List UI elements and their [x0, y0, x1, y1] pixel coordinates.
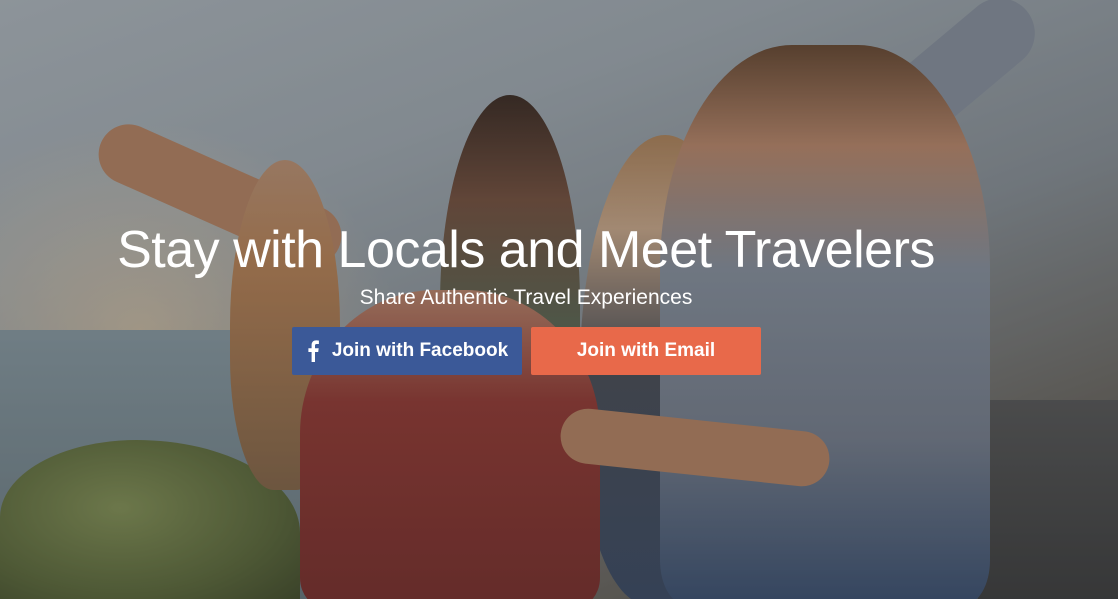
hero-section: Stay with Locals and Meet Travelers Shar… [0, 0, 1118, 599]
hero-headline: Stay with Locals and Meet Travelers [117, 221, 935, 279]
hero-subheadline: Share Authentic Travel Experiences [359, 286, 693, 309]
hero-content: Stay with Locals and Meet Travelers Shar… [0, 0, 1118, 599]
facebook-button-label: Join with Facebook [331, 340, 509, 361]
email-button-label: Join with Email [576, 340, 716, 361]
join-with-facebook-button[interactable]: Join with Facebook [292, 327, 522, 375]
facebook-icon [306, 340, 320, 362]
join-with-email-button[interactable]: Join with Email [531, 327, 761, 375]
